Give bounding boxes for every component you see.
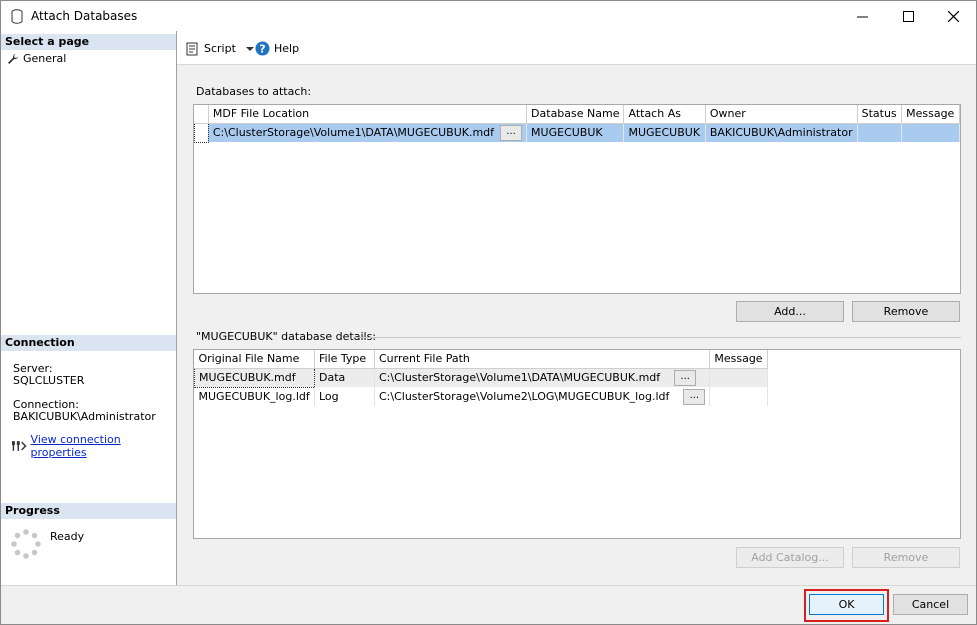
column-header-file-type[interactable]: File Type <box>314 350 375 369</box>
cell-details-message <box>709 368 769 387</box>
left-pane: Select a page General Connection Server:… <box>1 31 177 585</box>
row-selector[interactable] <box>194 122 209 143</box>
help-button[interactable]: ? Help <box>255 41 299 56</box>
window-title: Attach Databases <box>31 9 138 23</box>
browse-mdf-button[interactable]: ... <box>500 124 523 141</box>
mdf-path: C:\ClusterStorage\Volume1\DATA\MUGECUBUK… <box>212 125 495 139</box>
close-icon <box>947 10 959 22</box>
nav-item-general[interactable]: General <box>7 52 66 65</box>
database-details-grid[interactable]: Original File Name File Type Current Fil… <box>193 349 961 539</box>
title-bar: Attach Databases <box>1 1 976 31</box>
column-header-current-file-path[interactable]: Current File Path <box>374 350 711 369</box>
connection-properties-icon <box>11 441 27 451</box>
minimize-button[interactable] <box>839 1 885 31</box>
view-connection-properties-link[interactable]: View connection properties <box>31 433 176 459</box>
cell-mdf[interactable]: C:\ClusterStorage\Volume1\DATA\MUGECUBUK… <box>208 123 528 142</box>
column-header-details-message[interactable]: Message <box>709 350 769 369</box>
browse-file-button[interactable]: ... <box>674 369 697 386</box>
help-label: Help <box>274 42 300 55</box>
column-header-status[interactable]: Status <box>857 105 903 124</box>
details-separator <box>355 337 961 338</box>
browse-file-button[interactable]: ... <box>683 388 706 405</box>
select-page-header: Select a page <box>1 34 176 50</box>
row-header-column <box>194 105 209 124</box>
table-row[interactable]: MUGECUBUK.mdf Data C:\ClusterStorage\Vol… <box>194 367 769 388</box>
current-file-path: C:\ClusterStorage\Volume2\LOG\MUGECUBUK_… <box>379 389 670 403</box>
add-catalog-button[interactable]: Add Catalog... <box>736 547 844 568</box>
progress-status: Ready <box>50 530 85 543</box>
help-icon: ? <box>255 41 270 56</box>
cell-database-name[interactable]: MUGECUBUK <box>526 123 625 142</box>
column-header-mdf[interactable]: MDF File Location <box>208 105 528 124</box>
cell-file-type: Log <box>314 387 375 406</box>
nav-item-general-label: General <box>23 52 67 65</box>
maximize-icon <box>902 10 914 22</box>
progress-header: Progress <box>1 503 176 519</box>
column-header-attach-as[interactable]: Attach As <box>623 105 706 124</box>
database-icon <box>11 9 23 24</box>
remove-file-button[interactable]: Remove <box>852 547 960 568</box>
server-value: SQLCLUSTER <box>13 374 85 387</box>
remove-database-button[interactable]: Remove <box>852 301 960 322</box>
current-file-path: C:\ClusterStorage\Volume1\DATA\MUGECUBUK… <box>379 370 661 384</box>
cell-current-file-path[interactable]: C:\ClusterStorage\Volume1\DATA\MUGECUBUK… <box>374 368 711 387</box>
column-header-original-file-name[interactable]: Original File Name <box>194 350 315 369</box>
wrench-icon <box>8 53 18 64</box>
databases-to-attach-grid[interactable]: MDF File Location Database Name Attach A… <box>193 104 961 294</box>
table-row[interactable]: MUGECUBUK_log.ldf Log C:\ClusterStorage\… <box>194 387 769 406</box>
close-button[interactable] <box>930 1 976 31</box>
column-header-database-name[interactable]: Database Name <box>526 105 625 124</box>
script-label: Script <box>204 42 236 55</box>
cell-owner[interactable]: BAKICUBUK\Administrator <box>705 123 858 142</box>
attach-databases-window: Attach Databases Select a page General C… <box>0 0 977 625</box>
add-button[interactable]: Add... <box>736 301 844 322</box>
dialog-footer: OK Cancel <box>1 585 976 624</box>
column-header-owner[interactable]: Owner <box>705 105 858 124</box>
minimize-icon <box>856 16 868 17</box>
script-icon <box>186 42 198 56</box>
dropdown-arrow-icon[interactable] <box>245 45 254 53</box>
toolbar: Script ? Help <box>177 31 976 65</box>
cell-current-file-path[interactable]: C:\ClusterStorage\Volume2\LOG\MUGECUBUK_… <box>374 387 711 406</box>
table-row[interactable]: C:\ClusterStorage\Volume1\DATA\MUGECUBUK… <box>194 122 960 143</box>
column-header-message[interactable]: Message <box>901 105 960 124</box>
maximize-button[interactable] <box>885 1 931 31</box>
svg-text:?: ? <box>259 43 265 56</box>
right-pane: Script ? Help Databases to attach: MDF F… <box>177 31 976 585</box>
view-connection-properties[interactable]: View connection properties <box>11 433 176 459</box>
ok-button[interactable]: OK <box>809 594 884 615</box>
progress-spinner-icon <box>11 529 41 559</box>
cell-original-file-name[interactable]: MUGECUBUK.mdf <box>194 367 315 388</box>
connection-value: BAKICUBUK\Administrator <box>13 410 156 423</box>
cell-message <box>901 123 960 142</box>
databases-to-attach-label: Databases to attach: <box>196 85 312 98</box>
cell-original-file-name[interactable]: MUGECUBUK_log.ldf <box>194 387 315 406</box>
cell-status <box>857 123 903 142</box>
cell-attach-as[interactable]: MUGECUBUK <box>623 123 706 142</box>
cell-details-message <box>709 387 769 406</box>
connection-header: Connection <box>1 335 176 351</box>
cancel-button[interactable]: Cancel <box>893 594 968 615</box>
cell-file-type: Data <box>314 368 375 387</box>
database-details-label: "MUGECUBUK" database details: <box>196 330 377 343</box>
script-button[interactable]: Script <box>185 41 254 56</box>
